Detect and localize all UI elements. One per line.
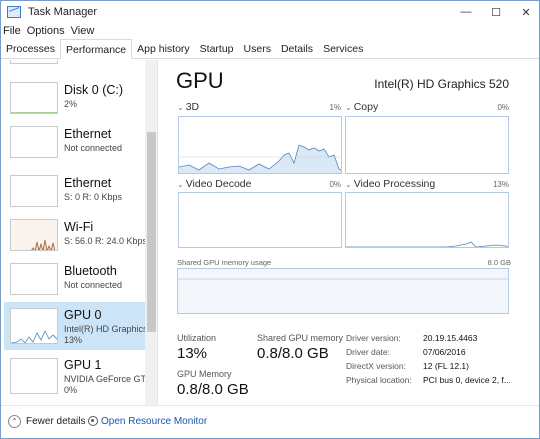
graph-copy-pct: 0% bbox=[497, 103, 509, 112]
resource-sidebar: Disk 0 (C:) 2% Ethernet Not connected Et… bbox=[1, 60, 158, 405]
sidebar-item-name: Ethernet bbox=[64, 176, 112, 190]
physical-location-label: Physical location: bbox=[346, 375, 412, 385]
physical-location-value: PCI bus 0, device 2, f... bbox=[423, 375, 511, 385]
mini-graph bbox=[10, 60, 58, 64]
chevron-down-icon: ⌄ bbox=[177, 103, 184, 112]
title-bar: Task Manager — ☐ ✕ bbox=[1, 1, 539, 23]
gpu-detail-panel: GPU Intel(R) HD Graphics 520 ⌄ 3D 1% ⌄ Cop… bbox=[161, 60, 539, 405]
tab-users[interactable]: Users bbox=[239, 40, 276, 58]
window-title: Task Manager bbox=[28, 6, 98, 18]
directx-version-label: DirectX version: bbox=[346, 361, 406, 371]
sidebar-item-gpu-1[interactable]: GPU 1 NVIDIA GeForce GTX 0% bbox=[4, 352, 146, 400]
menu-options[interactable]: Options bbox=[24, 25, 68, 37]
shared-memory-usage-label: Shared GPU memory usage bbox=[177, 258, 272, 267]
sidebar-item-sub: Intel(R) HD Graphics bbox=[64, 324, 146, 334]
gpu-memory-label: GPU Memory bbox=[177, 369, 232, 379]
shared-gpu-memory-label: Shared GPU memory bbox=[257, 333, 344, 343]
close-button[interactable]: ✕ bbox=[511, 1, 539, 23]
bluetooth-mini-graph bbox=[10, 263, 58, 295]
driver-version-label: Driver version: bbox=[346, 333, 401, 343]
sidebar-item-pct: 0% bbox=[64, 385, 78, 395]
sidebar-item-sub: 2% bbox=[64, 99, 78, 109]
gpu-1-mini-graph bbox=[10, 358, 58, 394]
driver-date-label: Driver date: bbox=[346, 347, 390, 357]
sidebar-item-sub: Not connected bbox=[64, 143, 123, 153]
sidebar-item-name: GPU 1 bbox=[64, 358, 102, 372]
tab-processes[interactable]: Processes bbox=[1, 40, 60, 58]
tab-services[interactable]: Services bbox=[318, 40, 368, 58]
tab-details[interactable]: Details bbox=[276, 40, 318, 58]
tab-startup[interactable]: Startup bbox=[195, 40, 239, 58]
gpu-0-mini-graph bbox=[10, 308, 58, 344]
tab-bar: Processes Performance App history Startu… bbox=[1, 39, 539, 59]
sidebar-item-name: GPU 0 bbox=[64, 308, 102, 322]
graph-3d-pct: 1% bbox=[329, 103, 341, 112]
gpu-memory-value: 0.8/8.0 GB bbox=[177, 381, 249, 398]
sidebar-item-gpu-0[interactable]: GPU 0 Intel(R) HD Graphics 13% bbox=[4, 302, 146, 350]
chevron-down-icon: ⌄ bbox=[345, 103, 352, 112]
sidebar-item-ethernet-2[interactable]: Ethernet S: 0 R: 0 Kbps bbox=[4, 170, 145, 211]
graph-video-decode-label[interactable]: ⌄ Video Decode bbox=[177, 178, 251, 190]
graph-3d-label[interactable]: ⌄ 3D bbox=[177, 101, 199, 113]
utilization-label: Utilization bbox=[177, 333, 217, 343]
task-manager-window: Task Manager — ☐ ✕ File Options View Pro… bbox=[0, 0, 540, 439]
gpu-model-name: Intel(R) HD Graphics 520 bbox=[374, 77, 509, 91]
driver-version-value: 20.19.15.4463 bbox=[423, 333, 478, 343]
tab-app-history[interactable]: App history bbox=[132, 40, 195, 58]
sidebar-item-wifi[interactable]: Wi-Fi S: 56.0 R: 24.0 Kbps bbox=[4, 214, 146, 255]
ethernet-mini-graph bbox=[10, 175, 58, 207]
graph-3d bbox=[178, 116, 342, 174]
sidebar-item-sub: Not connected bbox=[64, 280, 123, 290]
graph-copy-label[interactable]: ⌄ Copy bbox=[345, 101, 378, 113]
sidebar-item-cut-off[interactable] bbox=[4, 60, 145, 68]
task-manager-icon bbox=[7, 6, 21, 18]
disk-mini-graph bbox=[10, 82, 58, 114]
sidebar-item-ethernet-1[interactable]: Ethernet Not connected bbox=[4, 121, 145, 162]
page-title: GPU bbox=[176, 68, 224, 93]
driver-date-value: 07/06/2016 bbox=[423, 347, 466, 357]
sidebar-scrollbar-thumb[interactable] bbox=[147, 132, 156, 332]
footer-bar: ⌃ Fewer details Open Resource Monitor bbox=[1, 405, 539, 438]
directx-version-value: 12 (FL 12.1) bbox=[423, 361, 469, 371]
graph-copy bbox=[345, 116, 509, 174]
sidebar-item-bluetooth[interactable]: Bluetooth Not connected bbox=[4, 258, 145, 299]
graph-video-processing-label[interactable]: ⌄ Video Processing bbox=[345, 178, 435, 190]
open-resource-monitor-link[interactable]: Open Resource Monitor bbox=[101, 416, 207, 427]
utilization-value: 13% bbox=[177, 345, 208, 362]
graph-video-decode-pct: 0% bbox=[329, 180, 341, 189]
sidebar-item-sub: S: 0 R: 0 Kbps bbox=[64, 192, 123, 202]
ethernet-mini-graph bbox=[10, 126, 58, 158]
sidebar-item-name: Bluetooth bbox=[64, 264, 117, 278]
resource-monitor-icon[interactable] bbox=[88, 416, 98, 426]
menu-bar: File Options View bbox=[1, 23, 97, 39]
menu-view[interactable]: View bbox=[68, 25, 98, 37]
sidebar-item-name: Wi-Fi bbox=[64, 220, 94, 234]
sidebar-item-sub: NVIDIA GeForce GTX bbox=[64, 374, 146, 384]
chevron-up-icon[interactable]: ⌃ bbox=[8, 415, 21, 428]
chevron-down-icon: ⌄ bbox=[345, 180, 352, 189]
fewer-details-button[interactable]: Fewer details bbox=[26, 416, 85, 427]
shared-memory-graph bbox=[177, 268, 509, 314]
graph-video-processing-pct: 13% bbox=[492, 180, 509, 189]
maximize-button[interactable]: ☐ bbox=[481, 1, 511, 23]
sidebar-item-pct: 13% bbox=[64, 335, 83, 345]
sidebar-item-disk[interactable]: Disk 0 (C:) 2% bbox=[4, 77, 145, 118]
graph-video-processing bbox=[345, 192, 509, 248]
chevron-down-icon: ⌄ bbox=[177, 180, 184, 189]
wifi-mini-graph bbox=[10, 219, 58, 251]
sidebar-item-sub: S: 56.0 R: 24.0 Kbps bbox=[64, 236, 146, 246]
sidebar-item-name: Ethernet bbox=[64, 127, 112, 141]
shared-gpu-memory-value: 0.8/8.0 GB bbox=[257, 345, 329, 362]
tab-performance[interactable]: Performance bbox=[60, 39, 133, 59]
minimize-button[interactable]: — bbox=[451, 1, 481, 23]
shared-memory-max: 8.0 GB bbox=[487, 258, 511, 267]
menu-file[interactable]: File bbox=[1, 25, 24, 37]
graph-video-decode bbox=[178, 192, 342, 248]
sidebar-item-name: Disk 0 (C:) bbox=[64, 83, 124, 97]
